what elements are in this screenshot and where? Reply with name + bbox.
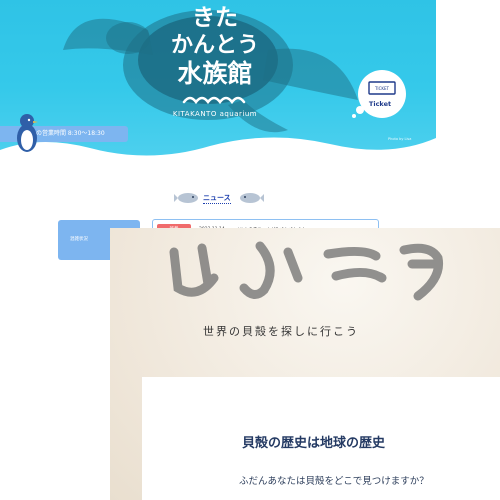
news-heading-text[interactable]: ニュース xyxy=(203,193,231,204)
card-title: 貝殻の歴史は地球の歴史 xyxy=(242,436,386,451)
tagline: 世界の貝殻を探しに行こう xyxy=(203,325,359,338)
penguin-icon xyxy=(17,114,38,152)
photo-credit: Photo by Lisa xyxy=(388,137,412,141)
logo-line-2: かんとう xyxy=(170,33,259,58)
aquarium-logo[interactable]: きた かんとう 水族館 KITAKANTO aquarium xyxy=(160,0,270,118)
logo-subtitle: KITAKANTO aquarium xyxy=(172,110,258,118)
ticket-icon[interactable]: TICKET xyxy=(352,68,412,120)
brush-title-graphic xyxy=(169,241,444,301)
logo-line-1: きた xyxy=(192,5,238,31)
fish-left-icon xyxy=(174,193,198,203)
logo-line-3: 水族館 xyxy=(177,59,253,88)
fish-right-icon xyxy=(240,193,264,203)
ticket-label[interactable]: Ticket xyxy=(352,100,408,108)
card-text: ふだんあなたは貝殻をどこで見つけますか？ xyxy=(239,476,429,487)
waves-icon xyxy=(182,96,246,105)
ticket-stub-text: TICKET xyxy=(374,86,390,91)
congestion-label: 混雑状況 xyxy=(70,237,88,242)
news-heading: ニュース xyxy=(174,191,264,207)
